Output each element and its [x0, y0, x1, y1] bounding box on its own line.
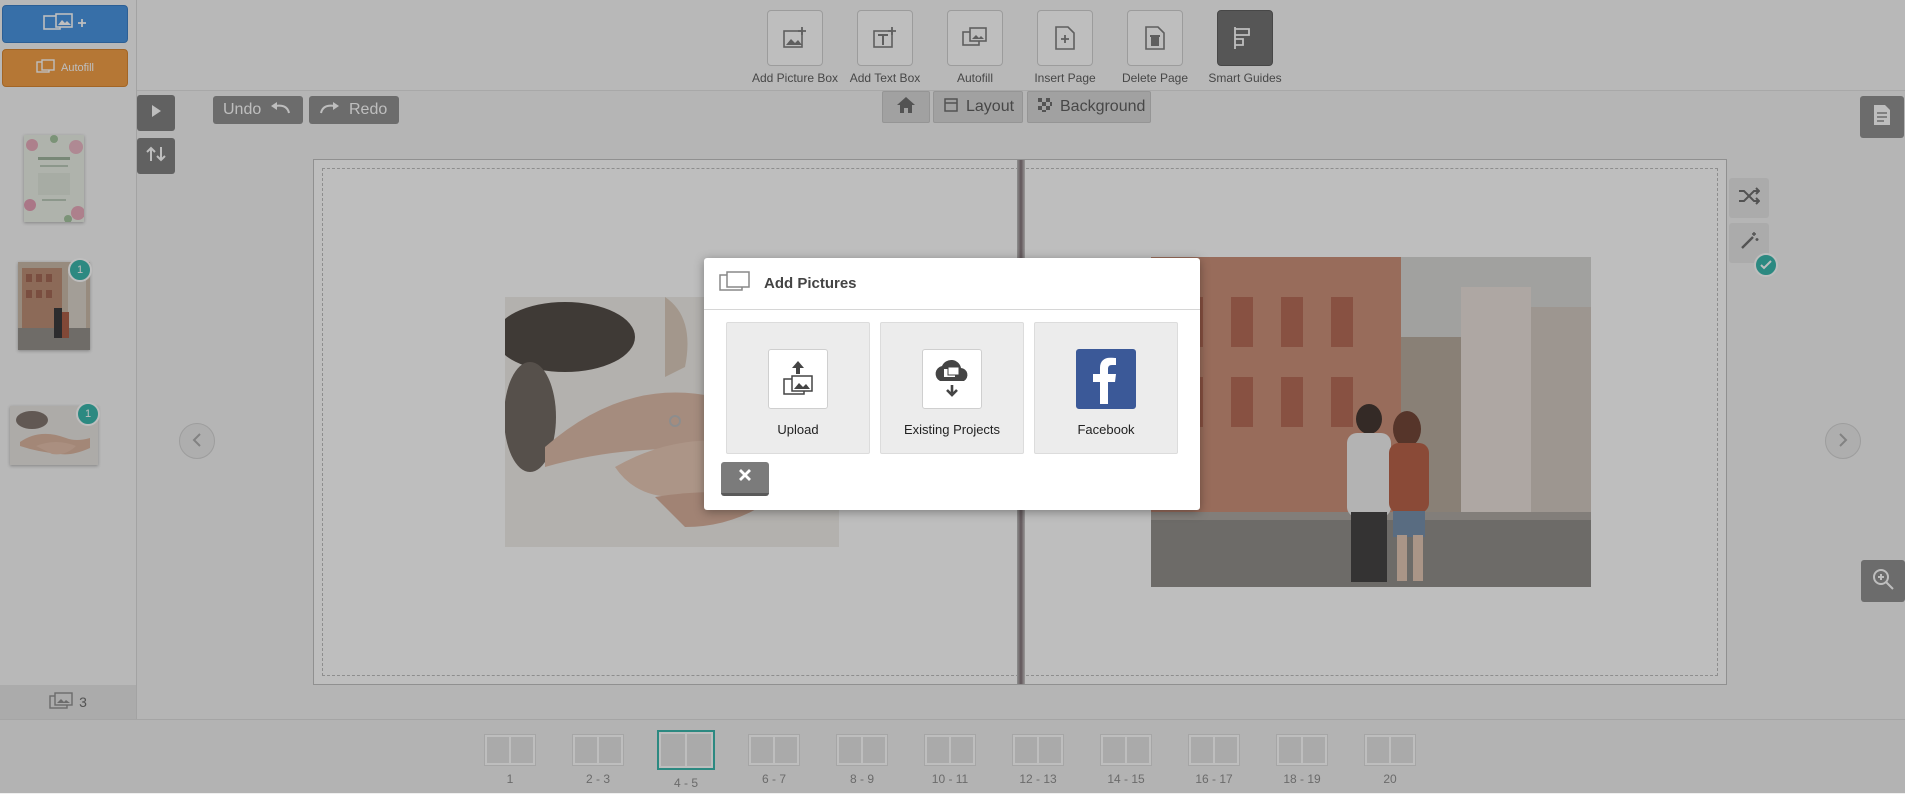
- add-pictures-dialog: Add Pictures Upload Existing Projects Fa…: [704, 258, 1200, 510]
- existing-projects-label: Existing Projects: [903, 422, 1001, 437]
- dialog-title: Add Pictures: [764, 275, 857, 292]
- facebook-label: Facebook: [1077, 422, 1135, 437]
- close-dialog-button[interactable]: [721, 462, 769, 496]
- upload-label: Upload: [777, 422, 819, 437]
- close-icon: [738, 468, 752, 487]
- dialog-header: Add Pictures: [704, 258, 1200, 310]
- facebook-option[interactable]: Facebook: [1034, 322, 1178, 454]
- existing-projects-option[interactable]: Existing Projects: [880, 322, 1024, 454]
- facebook-icon: [1076, 349, 1136, 409]
- photos-icon: [718, 270, 752, 297]
- upload-option[interactable]: Upload: [726, 322, 870, 454]
- cloud-download-icon: [922, 349, 982, 409]
- upload-icon: [768, 349, 828, 409]
